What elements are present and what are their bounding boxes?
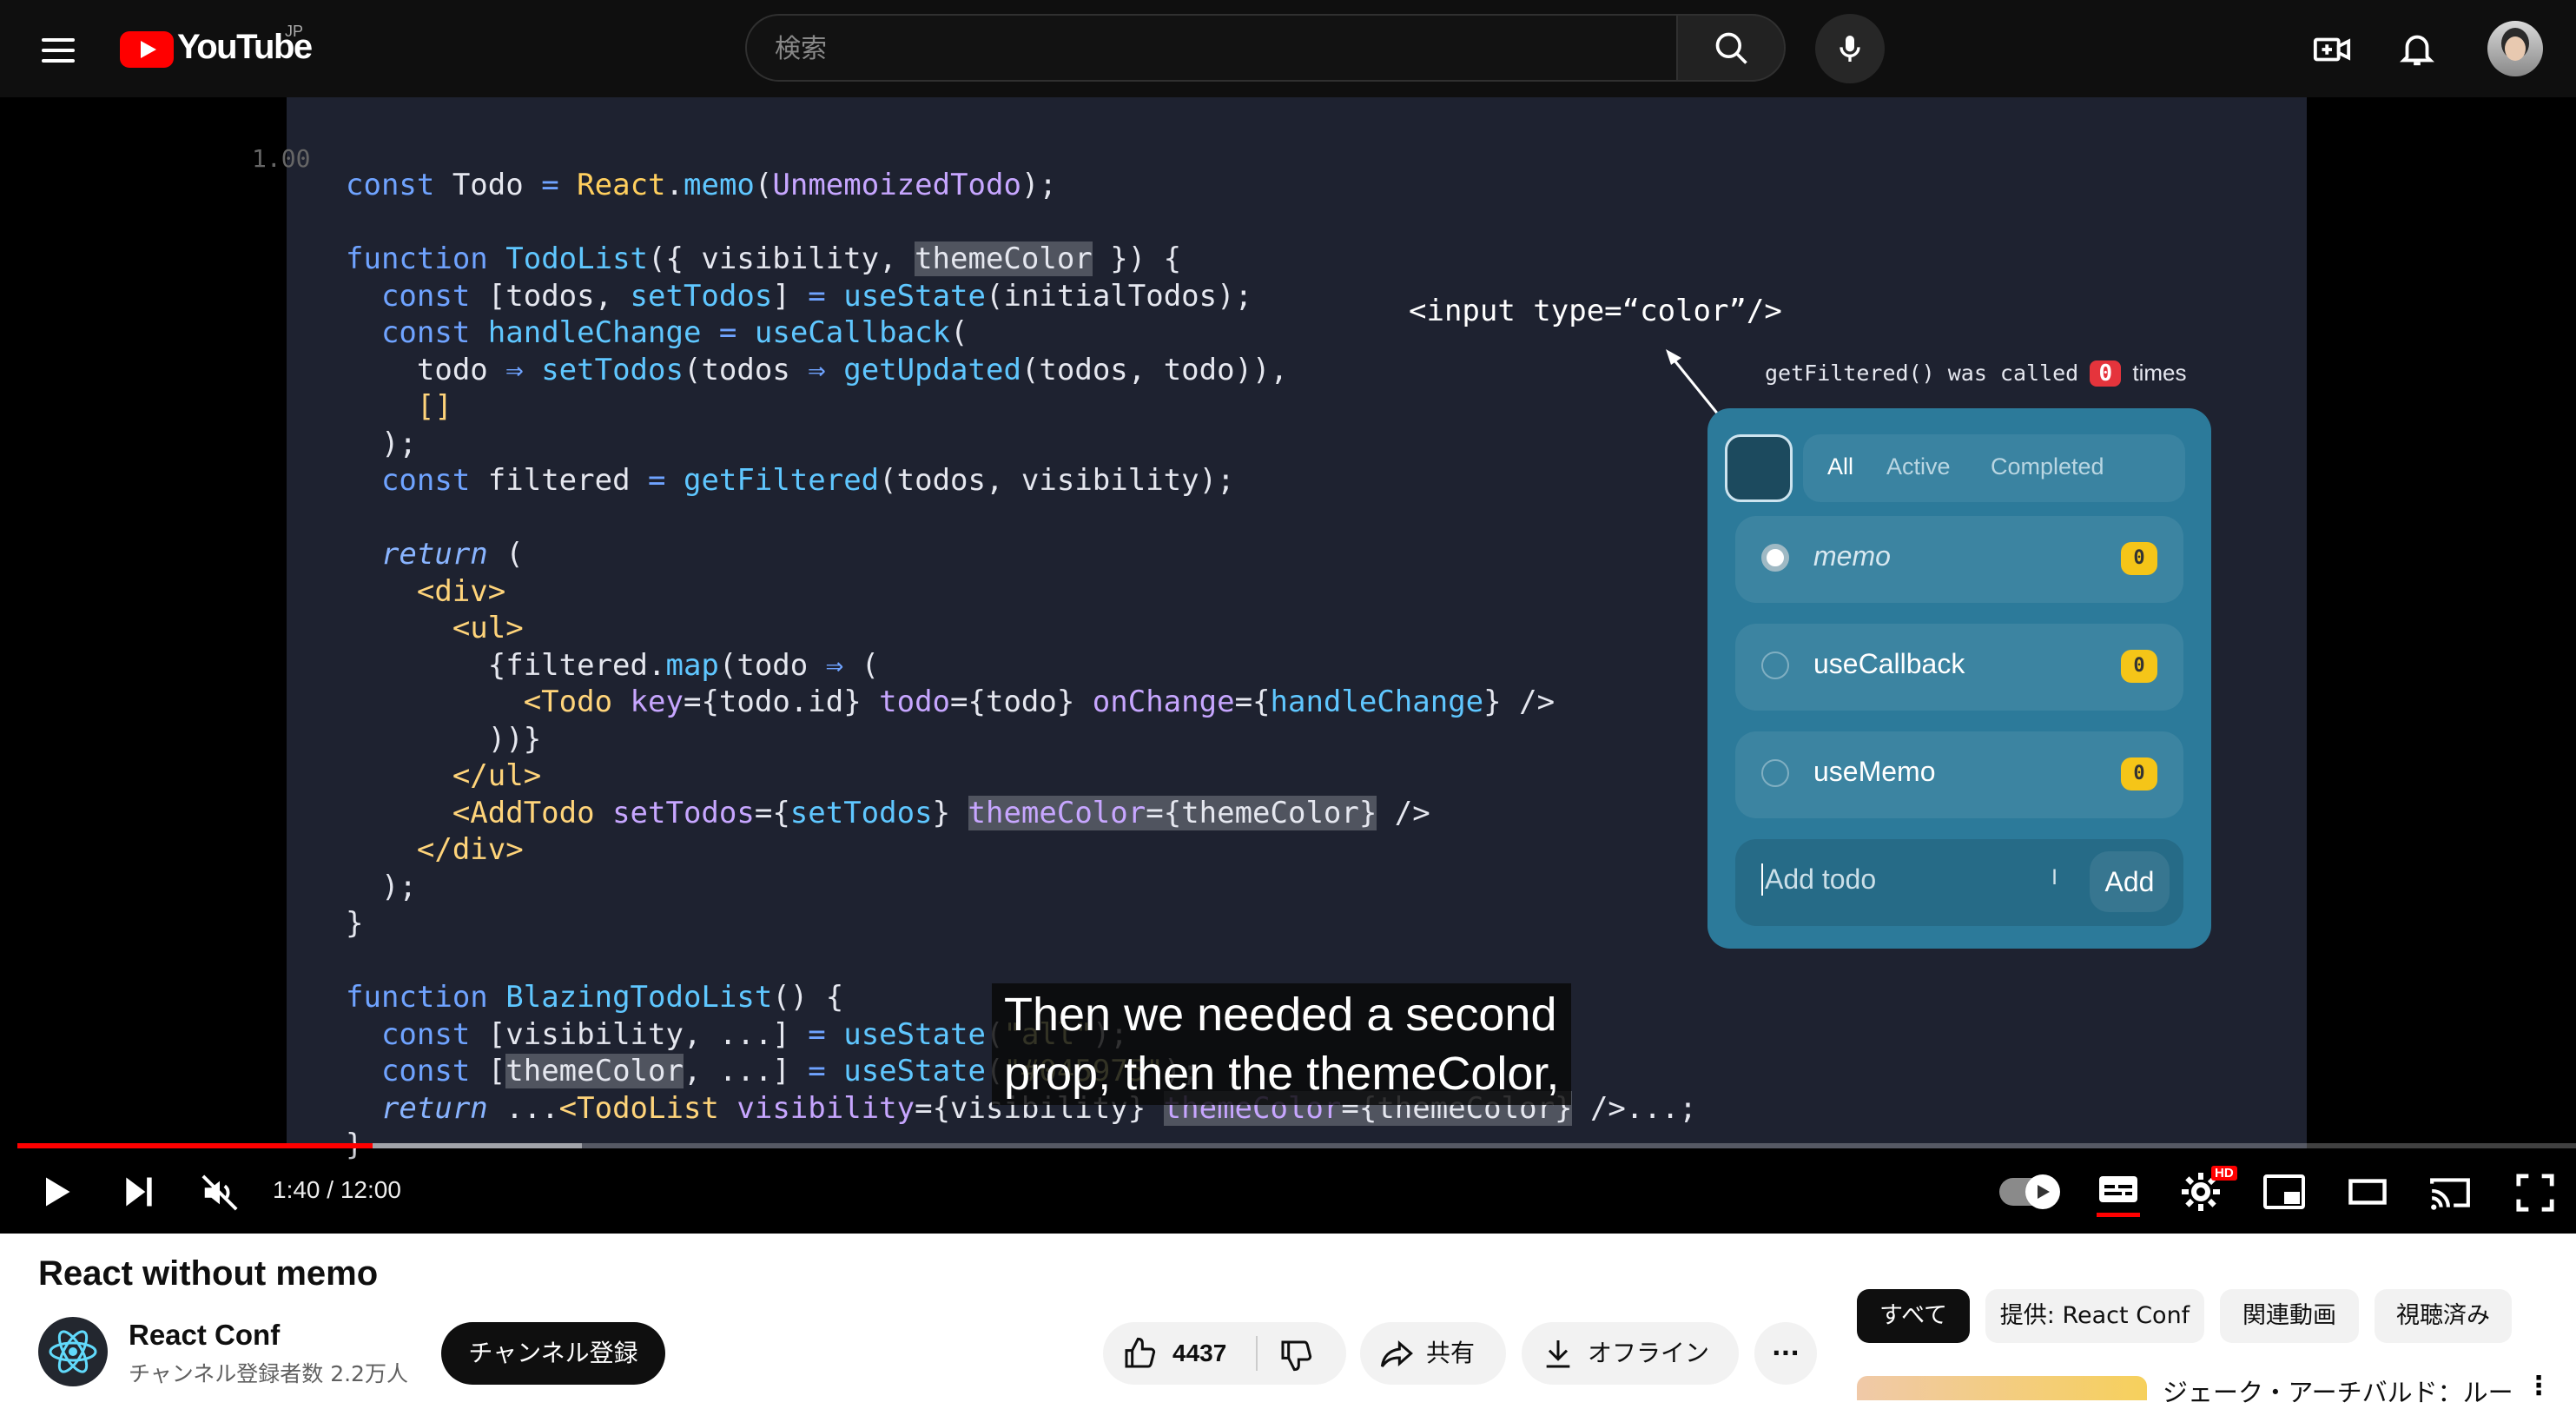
microphone-icon (1840, 36, 1860, 62)
code-line: <Todo key={todo.id} todo={todo} onChange… (523, 685, 1556, 719)
todo-checkbox (1761, 652, 1789, 679)
add-todo-form: Add todo I Add (1735, 839, 2183, 926)
notifications-icon[interactable] (2397, 28, 2437, 69)
code-line: {filtered.map(todo ⇒ ( (346, 647, 880, 683)
todo-checkbox (1761, 544, 1789, 572)
dislike-icon[interactable] (1278, 1338, 1313, 1373)
code-line: todo ⇒ setTodos(todos ⇒ getUpdated(todos… (346, 352, 1288, 387)
todo-item: useMemo 0 (1735, 731, 2183, 818)
voice-search-button[interactable] (1815, 14, 1885, 83)
caption-line: Then we needed a second (1004, 989, 1557, 1041)
divider (1256, 1336, 1258, 1371)
code-line: ))} (346, 721, 542, 757)
subtitles-icon[interactable] (2097, 1174, 2140, 1209)
related-video-title[interactable]: ジェーク・アーチバルド：ルー (2163, 1373, 2513, 1409)
chip-watched[interactable]: 視聴済み (2375, 1289, 2512, 1343)
subscribe-button[interactable]: チャンネル登録 (441, 1322, 665, 1385)
line-indicator: 1.00 (252, 144, 311, 173)
search-icon (1715, 32, 1747, 64)
todo-badge: 0 (2121, 650, 2157, 683)
related-thumbnail[interactable] (1857, 1376, 2147, 1400)
code-line: <div> (416, 573, 506, 609)
video-title: React without memo (38, 1254, 379, 1293)
menu-icon[interactable] (42, 31, 75, 69)
code-line: ); (346, 426, 417, 461)
todo-badge: 0 (2121, 757, 2157, 790)
code-line: function TodoList({ visibility, themeCol… (346, 241, 1182, 276)
hd-badge: HD (2211, 1166, 2237, 1181)
todo-badge: 0 (2121, 542, 2157, 575)
code-line: <AddTodo setTodos={setTodos} themeColor=… (452, 795, 1430, 830)
todo-label: memo (1813, 540, 1891, 572)
more-actions-button[interactable]: ··· (1754, 1322, 1817, 1385)
time-display: 1:40 / 12:00 (273, 1176, 401, 1203)
play-icon[interactable] (36, 1173, 75, 1211)
text-cursor-icon: I (2051, 865, 2058, 890)
download-button[interactable]: オフライン (1522, 1322, 1739, 1385)
todo-label: useMemo (1813, 756, 1936, 787)
fullscreen-icon[interactable] (2515, 1173, 2555, 1213)
share-icon (1380, 1340, 1413, 1367)
render-counter: getFiltered() was called 0 times (1765, 360, 2186, 387)
todo-item: useCallback 0 (1735, 624, 2183, 711)
code-line: } (346, 906, 364, 941)
code-line: return ( (380, 537, 524, 572)
channel-name[interactable]: React Conf (129, 1319, 280, 1352)
chip-all[interactable]: すべて (1857, 1289, 1970, 1343)
theater-mode-icon[interactable] (2348, 1178, 2387, 1206)
chip-related[interactable]: 関連動画 (2220, 1289, 2359, 1343)
like-icon[interactable] (1122, 1336, 1157, 1371)
cast-icon[interactable] (2428, 1174, 2472, 1211)
mute-icon[interactable] (200, 1173, 240, 1213)
subscriber-count: チャンネル登録者数 2.2万人 (129, 1361, 408, 1386)
todo-label: useCallback (1813, 648, 1965, 679)
code-line: const filtered = getFiltered(todos, visi… (380, 463, 1235, 498)
react-logo-icon (49, 1330, 97, 1373)
code-line: [] (416, 389, 452, 424)
code-line: const Todo = React.memo(UnmemoizedTodo); (346, 168, 1057, 202)
filter-tabs: All Active Completed (1803, 434, 2185, 502)
more-icon: ··· (1772, 1339, 1800, 1367)
filter-completed: Completed (1991, 453, 2104, 480)
filter-all: All (1827, 453, 1854, 480)
chip-from-channel[interactable]: 提供: React Conf (1985, 1289, 2204, 1343)
counter-badge: 0 (2090, 361, 2122, 387)
code-line: </ul> (452, 758, 542, 793)
download-icon (1546, 1340, 1570, 1368)
annotation-label: <input type=“color”/> (1409, 294, 1782, 328)
add-todo-button: Add (2090, 851, 2170, 912)
youtube-logo-icon[interactable] (120, 31, 174, 68)
download-label: オフライン (1588, 1339, 1710, 1367)
color-picker (1725, 434, 1793, 502)
code-line: </div> (416, 832, 524, 867)
search-button[interactable] (1676, 14, 1786, 82)
caption-line: prop, then the themeColor, (1004, 1048, 1560, 1100)
code-line: ); (346, 869, 417, 904)
like-dislike-group: 4437 (1103, 1322, 1346, 1385)
subtitle-caption: Then we needed a second prop, then the t… (992, 983, 1572, 1105)
counter-prefix: getFiltered() was called (1765, 361, 2079, 386)
todo-item: memo 0 (1735, 516, 2183, 603)
related-more-icon[interactable]: ⋮ (2526, 1371, 2552, 1401)
subtitles-active-indicator (2097, 1213, 2140, 1217)
todo-demo-widget: All Active Completed memo 0 useCallback … (1707, 408, 2211, 949)
progress-played (17, 1143, 373, 1148)
share-button[interactable]: 共有 (1360, 1322, 1506, 1385)
region-code: JP (285, 23, 304, 40)
todo-checkbox (1761, 759, 1789, 787)
add-todo-input: Add todo (1761, 863, 1876, 896)
create-video-icon[interactable] (2312, 30, 2352, 69)
miniplayer-icon[interactable] (2263, 1174, 2305, 1209)
next-icon[interactable] (120, 1173, 158, 1211)
share-label: 共有 (1426, 1339, 1476, 1367)
search-input[interactable] (773, 16, 1628, 82)
filter-active: Active (1886, 453, 1951, 480)
code-line: <ul> (452, 611, 524, 645)
search-box[interactable] (745, 14, 1678, 82)
account-avatar[interactable] (2487, 21, 2543, 76)
like-count[interactable]: 4437 (1172, 1322, 1226, 1385)
channel-avatar[interactable] (38, 1317, 108, 1386)
counter-suffix: times (2132, 360, 2187, 386)
autoplay-toggle[interactable] (1999, 1174, 2060, 1209)
